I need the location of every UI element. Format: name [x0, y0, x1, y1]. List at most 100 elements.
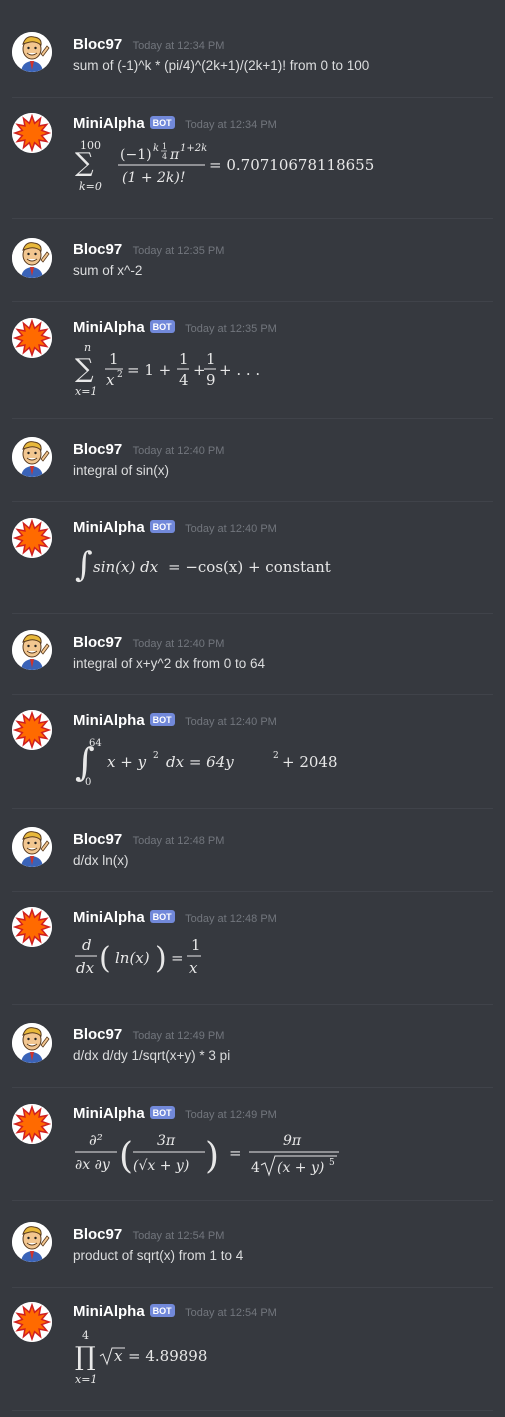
vault-boy-avatar-icon[interactable] [12, 1222, 52, 1262]
author-name[interactable]: MiniAlpha [73, 519, 145, 536]
message-text: integral of sin(x) [73, 463, 170, 478]
orange-starburst-avatar-icon[interactable] [12, 113, 52, 153]
quarter-numerator: 1 [162, 142, 167, 151]
vault-boy-avatar-icon[interactable] [12, 437, 52, 477]
sum-sign: ∑ [75, 148, 94, 178]
orange-starburst-avatar-icon[interactable] [12, 710, 52, 750]
message-divider [12, 218, 493, 219]
orange-starburst-avatar-icon[interactable] [12, 518, 52, 558]
math-output: ∫ 64 0 x + y 2 dx = 64y 2 + 2048 [73, 733, 338, 789]
fraction-denominator: 4 [179, 371, 189, 389]
numerator-exponent-k: k [153, 143, 159, 154]
message-text: product of sqrt(x) from 1 to 4 [73, 1248, 244, 1263]
timestamp: Today at 12:40 PM [132, 445, 225, 457]
vault-boy-avatar-icon[interactable] [12, 827, 52, 867]
equals-sign: = [229, 1144, 242, 1162]
left-paren: ( [99, 941, 111, 976]
derivative-numerator: d [82, 936, 92, 954]
partial-denominator: ∂x ∂y [75, 1157, 111, 1173]
message-divider [12, 97, 493, 98]
message-divider [12, 301, 493, 302]
result-coefficient: 4 [251, 1160, 260, 1176]
denominator-exponent: 2 [117, 370, 123, 380]
denominator: (1 + 2k)! [122, 170, 185, 186]
math-output: 100 ∑ k=0 (−1) k 1 4 π 1+2k (1 + 2k)! = … [73, 138, 393, 198]
result-exponent: 2 [273, 751, 279, 761]
numerator: (−1) [120, 147, 152, 163]
author-name[interactable]: Bloc97 [73, 634, 122, 651]
author-name[interactable]: Bloc97 [73, 441, 122, 458]
inner-numerator: 3π [157, 1133, 176, 1149]
message-text: integral of x+y^2 dx from 0 to 64 [73, 656, 266, 671]
message-divider [12, 501, 493, 502]
radicand-exponent: 5 [329, 1158, 335, 1168]
vault-boy-avatar-icon[interactable] [12, 32, 52, 72]
equals-one-plus: = 1 + [127, 361, 171, 379]
message-text: sum of x^-2 [73, 263, 143, 278]
equals-sign: = [171, 949, 184, 967]
result: = 0.70710678118655 [209, 156, 374, 174]
vault-boy-avatar-icon[interactable] [12, 238, 52, 278]
vault-boy-avatar-icon[interactable] [12, 630, 52, 670]
quarter-denominator: 4 [162, 152, 167, 161]
message-divider [12, 418, 493, 419]
math-output: d dx ( ln(x) ) = 1 x [73, 932, 273, 986]
message-divider [12, 1087, 493, 1088]
message-divider [12, 891, 493, 892]
fraction-numerator: 1 [206, 350, 216, 368]
message-text: sum of (-1)^k * (pi/4)^(2k+1)/(2k+1)! fr… [73, 58, 370, 73]
integral-upper-limit: 64 [89, 738, 102, 749]
vault-boy-avatar-icon[interactable] [12, 1023, 52, 1063]
author-name[interactable]: Bloc97 [73, 36, 122, 53]
author-name[interactable]: MiniAlpha [73, 115, 145, 132]
orange-starburst-avatar-icon[interactable] [12, 907, 52, 947]
message-divider [12, 1410, 493, 1411]
math-output: 4 ∏ x=1 x = 4.89898 [73, 1326, 273, 1386]
pi-symbol: π [169, 147, 180, 163]
fraction-numerator: 1 [109, 350, 119, 368]
bot-tag: BOT [149, 910, 175, 923]
radicand: x [114, 1347, 123, 1365]
series-tail: + . . . [219, 361, 260, 379]
orange-starburst-avatar-icon[interactable] [12, 1104, 52, 1144]
integrand: sin(x) dx [93, 558, 159, 576]
author-name[interactable]: Bloc97 [73, 241, 122, 258]
inner-denominator: (√x + y) [133, 1158, 189, 1174]
timestamp: Today at 12:35 PM [132, 245, 225, 257]
fraction-denominator: x [106, 371, 115, 389]
timestamp: Today at 12:34 PM [185, 119, 277, 131]
sum-lower-limit: k=0 [79, 180, 102, 193]
author-name[interactable]: MiniAlpha [73, 1303, 145, 1320]
numerator-exponent: 1+2k [180, 143, 207, 154]
math-output: ∫ sin(x) dx = −cos(x) + constant [73, 542, 373, 592]
orange-starburst-avatar-icon[interactable] [12, 1302, 52, 1342]
timestamp: Today at 12:34 PM [132, 40, 225, 52]
author-name[interactable]: MiniAlpha [73, 1105, 145, 1122]
author-name[interactable]: Bloc97 [73, 831, 122, 848]
author-name[interactable]: MiniAlpha [73, 319, 145, 336]
integrand: x + y [107, 753, 147, 771]
message-divider [12, 808, 493, 809]
bot-tag: BOT [149, 520, 175, 533]
timestamp: Today at 12:40 PM [185, 523, 277, 535]
integrand-exponent: 2 [153, 751, 159, 761]
orange-starburst-avatar-icon[interactable] [12, 318, 52, 358]
result-radicand: (x + y) [277, 1160, 324, 1176]
timestamp: Today at 12:35 PM [185, 323, 277, 335]
timestamp: Today at 12:48 PM [185, 913, 277, 925]
author-name[interactable]: Bloc97 [73, 1026, 122, 1043]
bot-tag: BOT [149, 1304, 175, 1317]
plus-sign: + [193, 361, 206, 379]
message-divider [12, 613, 493, 614]
author-name[interactable]: Bloc97 [73, 1226, 122, 1243]
timestamp: Today at 12:49 PM [185, 1109, 277, 1121]
timestamp: Today at 12:54 PM [132, 1230, 225, 1242]
fraction-numerator: 1 [179, 350, 189, 368]
timestamp: Today at 12:40 PM [132, 638, 225, 650]
result-denominator: x [189, 959, 198, 977]
message-divider [12, 1287, 493, 1288]
author-name[interactable]: MiniAlpha [73, 712, 145, 729]
author-name[interactable]: MiniAlpha [73, 909, 145, 926]
bot-tag: BOT [149, 116, 175, 129]
right-paren: ) [155, 941, 167, 976]
